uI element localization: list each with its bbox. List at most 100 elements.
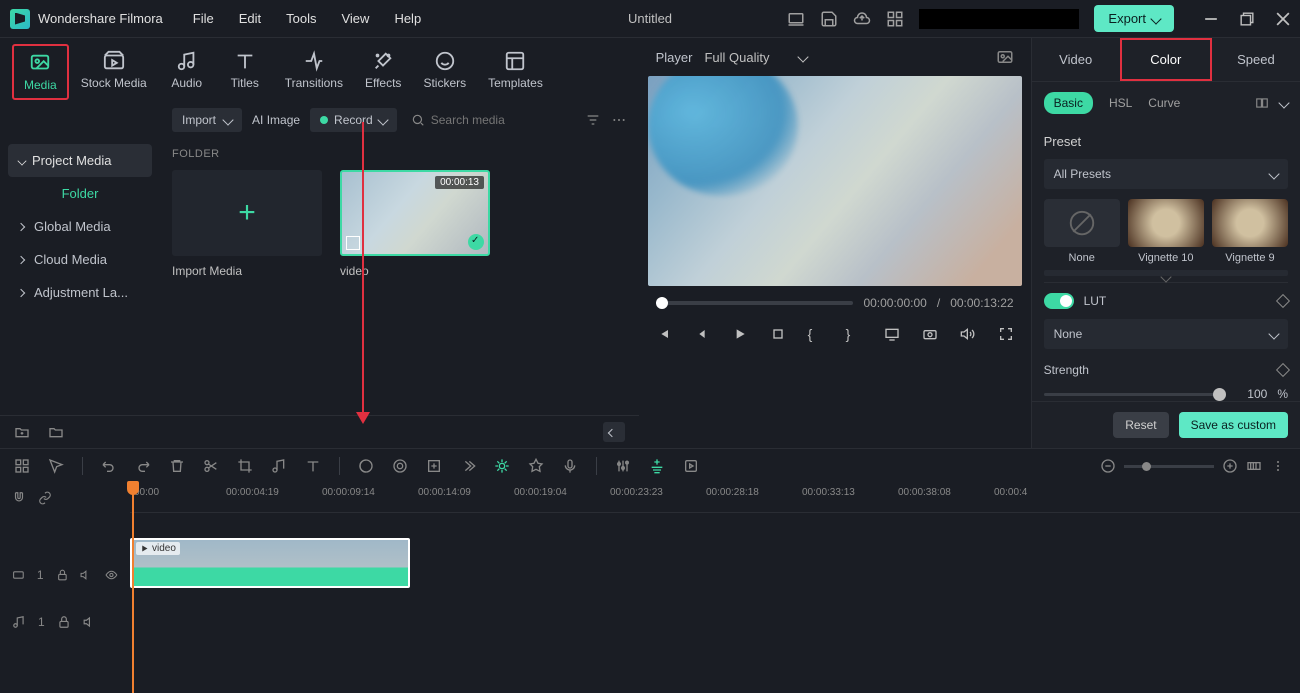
apps-icon[interactable] [886,10,904,28]
color-icon[interactable] [358,458,374,474]
crop-icon[interactable] [237,458,253,474]
sidebar-item-folder[interactable]: Folder [8,177,152,210]
ai-image-button[interactable]: AI Image [252,113,300,127]
render-icon[interactable] [683,458,699,474]
new-bin-icon[interactable] [48,424,64,440]
lut-toggle[interactable] [1044,293,1074,309]
keyframe-icon[interactable] [1276,363,1290,377]
sidebar-item-cloud-media[interactable]: Cloud Media [8,243,152,276]
quality-dropdown[interactable]: Full Quality [704,50,807,65]
snapshot-icon[interactable] [996,48,1014,66]
time-ruler[interactable]: 00:00 00:00:04:19 00:00:09:14 00:00:14:0… [130,483,1300,513]
chevron-down-icon[interactable] [1278,97,1289,108]
eye-icon[interactable] [105,568,118,582]
sidebar-item-adjustment-layer[interactable]: Adjustment La... [8,276,152,309]
more-icon[interactable] [611,112,627,128]
mask-icon[interactable] [392,458,408,474]
lut-dropdown[interactable]: None [1044,319,1288,349]
keyframe-icon[interactable] [1276,294,1290,308]
mute-icon[interactable] [80,568,93,582]
step-back-icon[interactable] [694,326,710,342]
close-icon[interactable] [1276,12,1290,26]
marker-icon[interactable] [528,458,544,474]
camera-icon[interactable] [922,326,938,342]
grid-icon[interactable] [14,458,30,474]
preview-viewport[interactable] [648,76,1022,286]
record-button[interactable]: Record [310,108,397,132]
fullscreen-icon[interactable] [998,326,1014,342]
redo-icon[interactable] [135,458,151,474]
playhead[interactable] [132,483,134,693]
filter-icon[interactable] [585,112,601,128]
tab-stock-media[interactable]: Stock Media [71,44,157,100]
prop-tab-speed[interactable]: Speed [1212,38,1300,81]
sub-tab-hsl[interactable]: HSL [1109,96,1132,110]
preset-vignette-10[interactable]: Vignette 10 [1128,199,1204,264]
lock-icon[interactable] [56,568,69,582]
undo-icon[interactable] [101,458,117,474]
zoom-in-icon[interactable] [1222,458,1238,474]
compare-icon[interactable] [1254,96,1270,110]
volume-icon[interactable] [960,326,976,342]
menu-help[interactable]: Help [394,11,421,26]
menu-view[interactable]: View [341,11,369,26]
preset-none[interactable]: None [1044,199,1120,264]
save-custom-button[interactable]: Save as custom [1179,412,1288,438]
timeline-clip[interactable]: video [130,538,410,588]
reset-button[interactable]: Reset [1113,412,1168,438]
sidebar-item-global-media[interactable]: Global Media [8,210,152,243]
timeline-settings-icon[interactable] [1270,458,1286,474]
menu-file[interactable]: File [193,11,214,26]
device-icon[interactable] [787,10,805,28]
sub-tab-curve[interactable]: Curve [1148,96,1180,110]
mute-icon[interactable] [83,615,97,629]
strength-value[interactable]: 100 [1231,387,1267,401]
tab-effects[interactable]: Effects [355,44,411,100]
zoom-fit-icon[interactable] [1246,458,1262,474]
time-scrubber[interactable] [656,301,854,305]
save-icon[interactable] [820,10,838,28]
prop-tab-video[interactable]: Video [1032,38,1120,81]
tab-stickers[interactable]: Stickers [413,44,476,100]
tab-titles[interactable]: Titles [217,44,273,100]
sub-tab-basic[interactable]: Basic [1044,92,1093,114]
speed-icon[interactable] [271,458,287,474]
scrubber-handle[interactable] [656,297,668,309]
add-thumb[interactable]: + [172,170,322,256]
export-button[interactable]: Export [1094,5,1174,32]
preset-vignette-9[interactable]: Vignette 9 [1212,199,1288,264]
zoom-slider[interactable] [1124,465,1214,468]
voice-icon[interactable] [562,458,578,474]
prev-frame-icon[interactable] [656,326,672,342]
tab-audio[interactable]: Audio [159,44,215,100]
sidebar-item-project-media[interactable]: Project Media [8,144,152,177]
collapse-sidebar-button[interactable] [603,422,625,442]
stop-icon[interactable] [770,326,786,342]
zoom-handle[interactable] [1142,462,1151,471]
lock-icon[interactable] [57,615,71,629]
search-box[interactable] [407,109,575,131]
preset-dropdown[interactable]: All Presets [1044,159,1288,189]
maximize-icon[interactable] [1240,12,1254,26]
link-icon[interactable] [38,491,52,505]
prop-tab-color[interactable]: Color [1120,38,1212,81]
zoom-out-icon[interactable] [1100,458,1116,474]
tab-media[interactable]: Media [12,44,69,100]
strength-slider[interactable] [1044,393,1222,396]
split-icon[interactable] [203,458,219,474]
timeline-tracks[interactable]: 00:00 00:00:04:19 00:00:09:14 00:00:14:0… [130,483,1300,693]
cloud-icon[interactable] [853,10,871,28]
smart-tool-icon[interactable] [649,458,665,474]
ai-icon[interactable] [494,458,510,474]
tab-templates[interactable]: Templates [478,44,553,100]
select-icon[interactable] [48,458,64,474]
menu-tools[interactable]: Tools [286,11,316,26]
play-icon[interactable] [732,326,748,342]
keyframe-tool-icon[interactable] [426,458,442,474]
more-tools-icon[interactable] [460,458,476,474]
import-button[interactable]: Import [172,108,242,132]
mixer-icon[interactable] [615,458,631,474]
magnet-icon[interactable] [12,491,26,505]
search-input[interactable] [431,113,541,127]
minimize-icon[interactable] [1204,12,1218,26]
